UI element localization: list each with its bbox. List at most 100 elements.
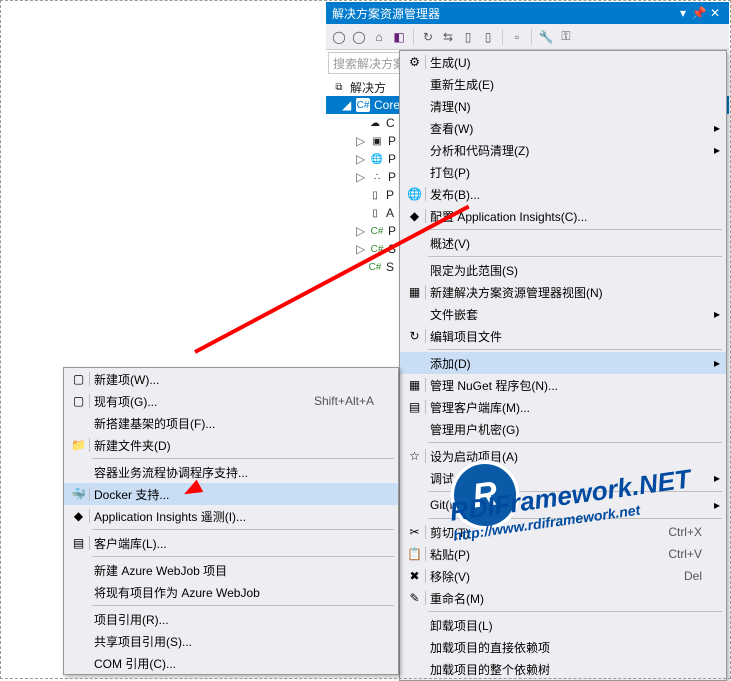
search-placeholder: 搜索解决方案 — [333, 55, 405, 72]
preview-icon[interactable]: ▫ — [508, 28, 526, 46]
dropdown-icon[interactable]: ▾ — [675, 6, 691, 20]
menu-item[interactable]: 分析和代码清理(Z)▸ — [400, 139, 726, 161]
insights-icon: ◆ — [404, 209, 426, 223]
shortcut-text: Ctrl+V — [648, 547, 702, 561]
menu-item[interactable]: 概述(V) — [400, 232, 726, 254]
menu-item[interactable]: 文件嵌套▸ — [400, 303, 726, 325]
refresh-icon[interactable]: ↻ — [419, 28, 437, 46]
menu-item[interactable]: ▢现有项(G)...Shift+Alt+A — [64, 390, 398, 412]
docker-icon: 🐳 — [68, 487, 90, 501]
menu-item[interactable]: ✖移除(V)Del — [400, 565, 726, 587]
lib-icon: ▤ — [68, 536, 90, 550]
existitem-icon: ▢ — [68, 394, 90, 408]
properties-icon[interactable]: ▯ — [479, 28, 497, 46]
star-icon: ☆ — [404, 449, 426, 463]
menu-item[interactable]: 📁新建文件夹(D) — [64, 434, 398, 456]
csharp-icon: C# — [356, 98, 370, 112]
menu-item[interactable]: 打包(P) — [400, 161, 726, 183]
menu-item[interactable]: 卸载项目(L) — [400, 614, 726, 636]
menu-label: COM 引用(C)... — [90, 655, 374, 672]
menu-item[interactable]: 查看(W)▸ — [400, 117, 726, 139]
back-icon[interactable]: ◯ — [330, 28, 348, 46]
menu-item[interactable]: ▦管理 NuGet 程序包(N)... — [400, 374, 726, 396]
expand-icon[interactable]: ▷ — [356, 152, 366, 166]
insights-icon: ◆ — [68, 509, 90, 523]
lib-icon: ▤ — [404, 400, 426, 414]
expand-icon[interactable]: ▷ — [356, 134, 366, 148]
menu-item[interactable]: ◆Application Insights 遥测(I)... — [64, 505, 398, 527]
expand-icon[interactable]: ◢ — [342, 98, 352, 112]
menu-item[interactable]: 添加(D)▸ — [400, 352, 726, 374]
menu-item[interactable]: ▤客户端库(L)... — [64, 532, 398, 554]
menu-label: 查看(W) — [426, 120, 702, 137]
menu-item[interactable]: ✂剪切(T)Ctrl+X — [400, 521, 726, 543]
menu-item[interactable]: 加载项目的直接依赖项 — [400, 636, 726, 658]
menu-item[interactable]: 调试(G)▸ — [400, 467, 726, 489]
solution-icon: ⧉ — [332, 80, 346, 94]
menu-item[interactable]: ▤管理客户端库(M)... — [400, 396, 726, 418]
menu-item[interactable]: 容器业务流程协调程序支持... — [64, 461, 398, 483]
menu-item[interactable]: ▢新建项(W)... — [64, 368, 398, 390]
context-menu-project: ⚙生成(U)重新生成(E)清理(N)查看(W)▸分析和代码清理(Z)▸打包(P)… — [399, 50, 727, 681]
menu-item[interactable]: 🌐发布(B)... — [400, 183, 726, 205]
menu-label: 加载项目的直接依赖项 — [426, 639, 702, 656]
panel-header: 解决方案资源管理器 ▾ 📌 ✕ — [326, 2, 729, 24]
cs-icon: C# — [368, 260, 382, 274]
menu-item[interactable]: 将现有项目作为 Azure WebJob — [64, 581, 398, 603]
menu-label: 现有项(G)... — [90, 393, 294, 410]
file-icon: ▯ — [368, 188, 382, 202]
menu-item[interactable]: 加载项目的整个依赖树 — [400, 658, 726, 680]
expand-icon[interactable]: ▷ — [356, 224, 366, 238]
menu-item[interactable]: 新搭建基架的项目(F)... — [64, 412, 398, 434]
menu-label: 新建项(W)... — [90, 371, 374, 388]
menu-item[interactable]: 管理用户机密(G) — [400, 418, 726, 440]
menu-item[interactable]: ⚙生成(U) — [400, 51, 726, 73]
key-icon[interactable]: ⚿ — [557, 28, 575, 46]
wrench-icon[interactable]: 🔧 — [537, 28, 555, 46]
menu-item[interactable]: 重新生成(E) — [400, 73, 726, 95]
menu-item[interactable]: ↻编辑项目文件 — [400, 325, 726, 347]
menu-item[interactable]: COM 引用(C)... — [64, 652, 398, 674]
submenu-arrow-icon: ▸ — [714, 471, 720, 485]
cs-icon: C# — [370, 242, 384, 256]
menu-item[interactable]: 新建 Azure WebJob 项目 — [64, 559, 398, 581]
json-icon: ▯ — [368, 206, 382, 220]
expand-icon[interactable]: ▷ — [356, 170, 366, 184]
menu-label: 剪切(T) — [426, 524, 648, 541]
pin-icon[interactable]: 📌 — [691, 6, 707, 20]
menu-item[interactable]: ◆配置 Application Insights(C)... — [400, 205, 726, 227]
menu-label: 管理用户机密(G) — [426, 421, 702, 438]
menu-label: 限定为此范围(S) — [426, 262, 702, 279]
menu-separator — [92, 556, 394, 557]
shortcut-text: Ctrl+X — [648, 525, 702, 539]
menu-item[interactable]: 清理(N) — [400, 95, 726, 117]
menu-item[interactable]: 项目引用(R)... — [64, 608, 398, 630]
menu-label: 项目引用(R)... — [90, 611, 374, 628]
menu-separator — [428, 349, 722, 350]
newview-icon: ▦ — [404, 285, 426, 299]
menu-item[interactable]: ☆设为启动项目(A) — [400, 445, 726, 467]
home-icon[interactable]: ⌂ — [370, 28, 388, 46]
menu-label: 配置 Application Insights(C)... — [426, 208, 702, 225]
menu-item[interactable]: ✎重命名(M) — [400, 587, 726, 609]
shortcut-text: Shift+Alt+A — [294, 394, 374, 408]
menu-item[interactable]: ▦新建解决方案资源管理器视图(N) — [400, 281, 726, 303]
show-all-icon[interactable]: ▯ — [459, 28, 477, 46]
expand-icon[interactable]: ▷ — [356, 242, 366, 256]
menu-separator — [92, 458, 394, 459]
menu-item[interactable]: Git(I)▸ — [400, 494, 726, 516]
close-icon[interactable]: ✕ — [707, 6, 723, 20]
menu-label: 打包(P) — [426, 164, 702, 181]
folder-icon: ▣ — [370, 134, 384, 148]
menu-label: 将现有项目作为 Azure WebJob — [90, 584, 374, 601]
edit-icon: ↻ — [404, 329, 426, 343]
collapse-icon[interactable]: ⇆ — [439, 28, 457, 46]
switch-view-icon[interactable]: ◧ — [390, 28, 408, 46]
menu-item[interactable]: 共享项目引用(S)... — [64, 630, 398, 652]
menu-item[interactable]: 📋粘贴(P)Ctrl+V — [400, 543, 726, 565]
del-icon: ✖ — [404, 569, 426, 583]
menu-label: 移除(V) — [426, 568, 664, 585]
menu-item[interactable]: 🐳Docker 支持... — [64, 483, 398, 505]
forward-icon[interactable]: ◯ — [350, 28, 368, 46]
menu-item[interactable]: 限定为此范围(S) — [400, 259, 726, 281]
